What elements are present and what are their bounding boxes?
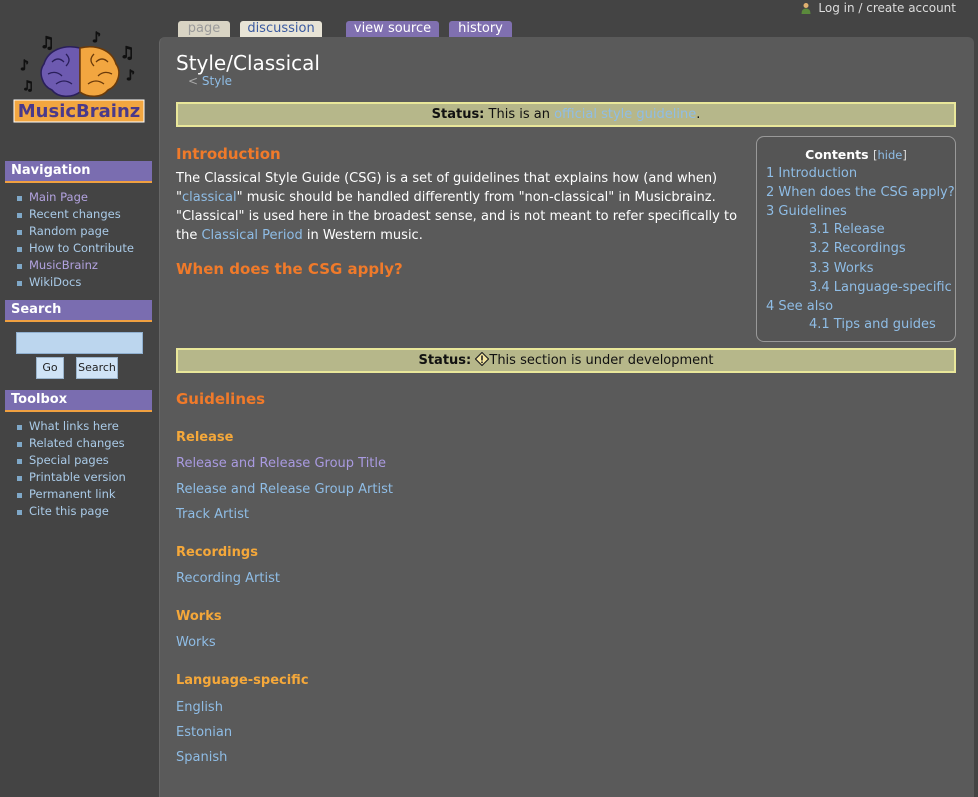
toolbox-what-links-here[interactable]: What links here xyxy=(17,418,152,435)
svg-text:♫: ♫ xyxy=(120,43,134,62)
link-estonian[interactable]: Estonian xyxy=(176,725,232,740)
main-content: Style/Classical < Style Status: This is … xyxy=(159,37,974,797)
nav-item-main-page[interactable]: Main Page xyxy=(17,189,152,206)
toolbox-heading: Toolbox xyxy=(5,390,152,412)
svg-text:♪: ♪ xyxy=(20,58,29,74)
go-button[interactable]: Go xyxy=(36,357,64,379)
page-title: Style/Classical xyxy=(176,51,320,75)
toolbox-special-pages[interactable]: Special pages xyxy=(17,452,152,469)
toolbox-portlet: Toolbox What links here Related changes … xyxy=(5,390,152,520)
nav-item-wikidocs[interactable]: WikiDocs xyxy=(17,274,152,291)
nav-item-musicbrainz[interactable]: MusicBrainz xyxy=(17,257,152,274)
navigation-heading: Navigation xyxy=(5,161,152,183)
svg-text:♪: ♪ xyxy=(92,30,101,46)
intro-paragraph: The Classical Style Guide (CSG) is a set… xyxy=(176,169,758,245)
status-period: . xyxy=(696,107,701,122)
svg-text:♫: ♫ xyxy=(22,79,34,94)
breadcrumb-style-link[interactable]: Style xyxy=(202,74,232,88)
link-track-artist[interactable]: Track Artist xyxy=(176,507,249,522)
link-english[interactable]: English xyxy=(176,700,223,715)
breadcrumb-arrow: < xyxy=(188,74,199,88)
link-spanish[interactable]: Spanish xyxy=(176,750,227,765)
toc-item-introduction[interactable]: 1 Introduction xyxy=(766,166,857,181)
toolbox-printable-version[interactable]: Printable version xyxy=(17,469,152,486)
search-button[interactable]: Search xyxy=(76,357,118,379)
toolbox-permanent-link[interactable]: Permanent link xyxy=(17,486,152,503)
toolbox-cite-this-page[interactable]: Cite this page xyxy=(17,503,152,520)
heading-when-does-csg-apply: When does the CSG apply? xyxy=(176,260,403,278)
search-heading: Search xyxy=(5,300,152,322)
link-works[interactable]: Works xyxy=(176,635,216,650)
classical-period-link[interactable]: Classical Period xyxy=(201,228,302,243)
nav-item-random-page[interactable]: Random page xyxy=(17,223,152,240)
musicbrainz-logo[interactable]: ♫ ♪ ♫ ♪ ♫ ♪ MusicBrainz xyxy=(12,30,148,125)
table-of-contents: Contents [hide] 1 Introduction 2 When do… xyxy=(756,136,956,342)
link-release-group-artist[interactable]: Release and Release Group Artist xyxy=(176,482,393,497)
status-box-official: Status: This is an official style guidel… xyxy=(176,102,956,127)
tab-page[interactable]: page xyxy=(178,21,230,37)
tab-history[interactable]: history xyxy=(449,21,512,37)
toc-item-language-specific[interactable]: 3.4 Language-specific xyxy=(809,280,952,295)
heading-works: Works xyxy=(176,609,222,624)
toc-bracket-close: ] xyxy=(902,148,907,162)
login-link[interactable]: Log in / create account xyxy=(818,1,956,15)
intro-line-4a: the xyxy=(176,228,198,243)
breadcrumb: < Style xyxy=(188,74,232,88)
intro-line-1: The Classical Style Guide (CSG) is a set… xyxy=(176,171,718,186)
classical-link[interactable]: classical xyxy=(182,190,237,205)
toc-item-see-also[interactable]: 4 See also xyxy=(766,299,833,314)
personal-tools: Log in / create account xyxy=(800,1,956,15)
tab-view-source[interactable]: view source xyxy=(346,21,439,37)
status-box-development: Status: This section is under developmen… xyxy=(176,348,956,373)
toc-item-guidelines[interactable]: 3 Guidelines xyxy=(766,204,847,219)
heading-introduction: Introduction xyxy=(176,145,281,163)
toc-item-recordings[interactable]: 3.2 Recordings xyxy=(809,241,906,256)
official-style-guideline-link[interactable]: official style guideline xyxy=(554,107,696,122)
user-icon xyxy=(801,3,811,14)
status-text: This is an xyxy=(488,107,550,122)
toc-item-tips-and-guides[interactable]: 4.1 Tips and guides xyxy=(809,317,936,332)
intro-line-4b: in Western music. xyxy=(306,228,423,243)
link-release-group-title[interactable]: Release and Release Group Title xyxy=(176,456,386,471)
brain-logo-icon: ♫ ♪ ♫ ♪ ♫ ♪ MusicBrainz xyxy=(13,30,145,123)
search-portlet: Search Go Search xyxy=(5,300,152,379)
link-recording-artist[interactable]: Recording Artist xyxy=(176,571,280,586)
toc-item-when[interactable]: 2 When does the CSG apply? xyxy=(766,185,955,200)
status-text: This section is under development xyxy=(489,353,714,368)
svg-text:MusicBrainz: MusicBrainz xyxy=(18,101,140,122)
status-label: Status: xyxy=(418,353,472,368)
svg-text:♪: ♪ xyxy=(126,68,135,84)
toc-title: Contents xyxy=(805,147,869,162)
heading-recordings: Recordings xyxy=(176,545,258,560)
toc-hide-link[interactable]: hide xyxy=(877,148,902,162)
heading-release: Release xyxy=(176,430,234,445)
nav-item-recent-changes[interactable]: Recent changes xyxy=(17,206,152,223)
nav-item-how-to-contribute[interactable]: How to Contribute xyxy=(17,240,152,257)
heading-guidelines: Guidelines xyxy=(176,390,266,408)
toolbox-related-changes[interactable]: Related changes xyxy=(17,435,152,452)
toc-item-works[interactable]: 3.3 Works xyxy=(809,261,874,276)
status-label: Status: xyxy=(431,107,485,122)
heading-language-specific: Language-specific xyxy=(176,673,309,688)
intro-line-3: "Classical" is used here in the broadest… xyxy=(176,209,738,224)
navigation-portlet: Navigation Main Page Recent changes Rand… xyxy=(5,161,152,291)
svg-text:♫: ♫ xyxy=(40,33,54,52)
search-input[interactable] xyxy=(16,332,143,354)
intro-line-2: " music should be handled differently fr… xyxy=(236,190,716,205)
warning-icon xyxy=(475,352,490,366)
toc-item-release[interactable]: 3.1 Release xyxy=(809,222,885,237)
tab-discussion[interactable]: discussion xyxy=(240,21,322,37)
